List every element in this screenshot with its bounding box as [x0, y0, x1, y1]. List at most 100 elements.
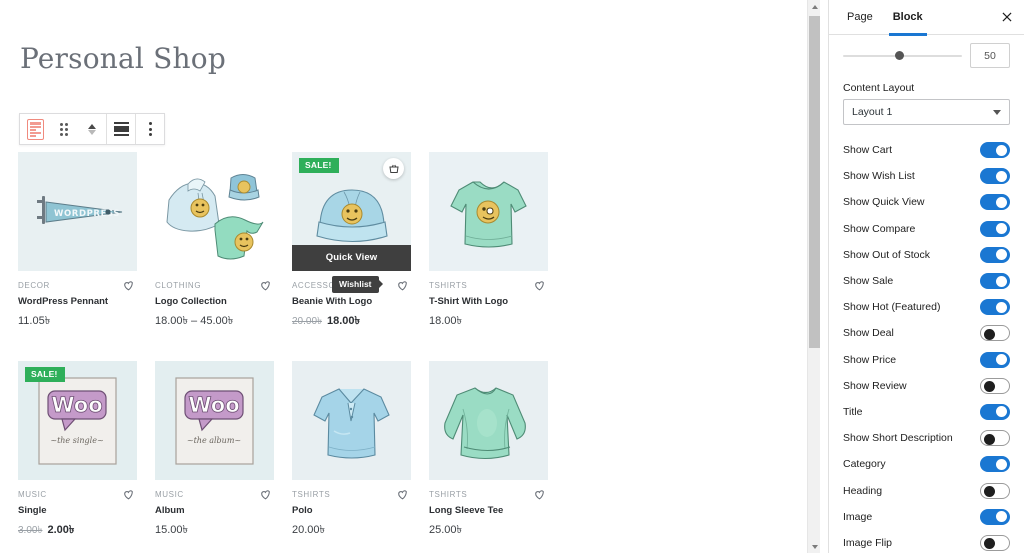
setting-label: Show Hot (Featured) [843, 301, 941, 314]
setting-row-show-short-description[interactable]: Show Short Description [843, 425, 1010, 451]
heart-icon[interactable] [259, 488, 272, 501]
sale-badge: SALE! [299, 158, 339, 173]
toggle-image[interactable] [980, 508, 1010, 525]
product-card[interactable]: WORDPRESS DECOR WordPress Pennant 11.05৳ [18, 152, 137, 331]
canvas-scrollbar[interactable] [807, 0, 820, 553]
product-name[interactable]: T-Shirt With Logo [429, 296, 548, 307]
quick-view-button[interactable]: Quick View [292, 245, 411, 271]
move-block-buttons[interactable] [78, 114, 106, 144]
product-name[interactable]: Single [18, 505, 137, 516]
product-card[interactable]: Woo ~the single~ SALE! MUSIC Single 3.00… [18, 361, 137, 540]
product-name[interactable]: Long Sleeve Tee [429, 505, 548, 516]
heart-icon[interactable] [396, 488, 409, 501]
align-glyph [113, 122, 129, 136]
setting-row-category[interactable]: Category [843, 451, 1010, 477]
product-image[interactable]: SALE! Quick View [292, 152, 411, 271]
product-card[interactable]: TSHIRTS T-Shirt With Logo 18.00৳ [429, 152, 548, 331]
toggle-settings-list: Show Cart Show Wish List Show Quick View… [829, 135, 1024, 553]
heart-icon[interactable] [533, 488, 546, 501]
add-to-cart-button[interactable] [383, 158, 404, 179]
heart-icon[interactable] [122, 279, 135, 292]
product-name[interactable]: Album [155, 505, 274, 516]
product-image[interactable] [429, 361, 548, 481]
setting-row-show-price[interactable]: Show Price [843, 347, 1010, 373]
setting-row-title[interactable]: Title [843, 399, 1010, 425]
shopping-basket-icon [388, 164, 399, 173]
heart-icon[interactable] [122, 488, 135, 501]
product-price: 20.00৳ [292, 521, 411, 540]
toggle-show-sale[interactable] [980, 273, 1010, 290]
scrollbar-thumb[interactable] [809, 16, 820, 348]
product-image[interactable]: Woo ~the single~ SALE! [18, 361, 137, 481]
product-image[interactable] [429, 152, 548, 271]
more-options-icon[interactable] [136, 114, 164, 144]
setting-row-image[interactable]: Image [843, 504, 1010, 530]
tshirt-illustration [429, 152, 548, 271]
setting-row-heading[interactable]: Heading [843, 477, 1010, 503]
editor-window: Personal Shop WORDPRESS DECOR WordPress … [0, 0, 1024, 553]
setting-label: Show Sale [843, 275, 894, 288]
tab-block[interactable]: Block [883, 0, 933, 36]
toggle-heading[interactable] [980, 482, 1010, 499]
setting-row-show-quick-view[interactable]: Show Quick View [843, 189, 1010, 215]
product-card[interactable]: TSHIRTS Polo 20.00৳ [292, 361, 411, 540]
product-block-icon[interactable] [20, 114, 50, 144]
setting-row-show-deal[interactable]: Show Deal [843, 320, 1010, 346]
setting-row-show-review[interactable]: Show Review [843, 373, 1010, 399]
toggle-show-out-of-stock[interactable] [980, 246, 1010, 263]
toggle-image-flip[interactable] [980, 534, 1010, 551]
setting-row-show-out-of-stock[interactable]: Show Out of Stock [843, 242, 1010, 268]
setting-row-show-sale[interactable]: Show Sale [843, 268, 1010, 294]
heart-icon[interactable] [533, 279, 546, 292]
wishlist-tooltip: Wishlist [332, 276, 379, 293]
toggle-show-compare[interactable] [980, 220, 1010, 237]
product-image[interactable] [292, 361, 411, 481]
setting-row-show-hot-featured[interactable]: Show Hot (Featured) [843, 294, 1010, 320]
scroll-down-arrow[interactable] [808, 540, 820, 553]
product-card[interactable]: CLOTHING Logo Collection 18.00৳ – 45.00৳ [155, 152, 274, 331]
toggle-show-hot-featured[interactable] [980, 299, 1010, 316]
toggle-title[interactable] [980, 403, 1010, 420]
page-title: Personal Shop [20, 42, 226, 75]
content-layout-select[interactable]: Layout 1 [843, 99, 1010, 125]
product-card[interactable]: TSHIRTS Long Sleeve Tee 25.00৳ [429, 361, 548, 540]
product-card[interactable]: Woo ~the album~ MUSIC Album 15.00৳ [155, 361, 274, 540]
close-icon[interactable] [1000, 10, 1014, 24]
slider-thumb[interactable] [895, 51, 905, 60]
setting-row-image-flip[interactable]: Image Flip [843, 530, 1010, 553]
drag-handle-icon[interactable] [50, 114, 78, 144]
setting-label: Show Wish List [843, 170, 915, 183]
toggle-show-review[interactable] [980, 377, 1010, 394]
product-card[interactable]: SALE! Quick View ACCESSORIES Wishlist Be… [292, 152, 411, 331]
range-slider[interactable] [843, 49, 962, 63]
product-image[interactable]: Woo ~the album~ [155, 361, 274, 481]
tab-page[interactable]: Page [837, 0, 883, 35]
toggle-show-short-description[interactable] [980, 430, 1010, 447]
product-price: 3.00৳ 2.00৳ [18, 521, 137, 540]
product-name[interactable]: WordPress Pennant [18, 296, 137, 307]
product-category: CLOTHING [155, 281, 202, 290]
setting-row-show-compare[interactable]: Show Compare [843, 216, 1010, 242]
scroll-up-arrow[interactable] [808, 0, 820, 13]
product-name[interactable]: Polo [292, 505, 411, 516]
toggle-show-cart[interactable] [980, 142, 1010, 159]
drag-dots-glyph [60, 122, 68, 136]
toggle-show-deal[interactable] [980, 325, 1010, 342]
align-center-icon[interactable] [107, 114, 135, 144]
product-name[interactable]: Beanie With Logo [292, 296, 411, 307]
setting-row-show-wish-list[interactable]: Show Wish List [843, 163, 1010, 189]
range-control[interactable]: 50 [829, 35, 1024, 72]
setting-label: Show Compare [843, 222, 916, 235]
range-value-input[interactable]: 50 [970, 43, 1010, 68]
product-image[interactable] [155, 152, 274, 271]
product-image[interactable]: WORDPRESS [18, 152, 137, 271]
product-name[interactable]: Logo Collection [155, 296, 274, 307]
toggle-category[interactable] [980, 456, 1010, 473]
toggle-show-price[interactable] [980, 351, 1010, 368]
setting-row-show-cart[interactable]: Show Cart [843, 137, 1010, 163]
heart-icon[interactable] [259, 279, 272, 292]
toggle-show-quick-view[interactable] [980, 194, 1010, 211]
heart-icon[interactable] [396, 279, 409, 292]
block-toolbar[interactable] [19, 113, 165, 145]
toggle-show-wish-list[interactable] [980, 168, 1010, 185]
